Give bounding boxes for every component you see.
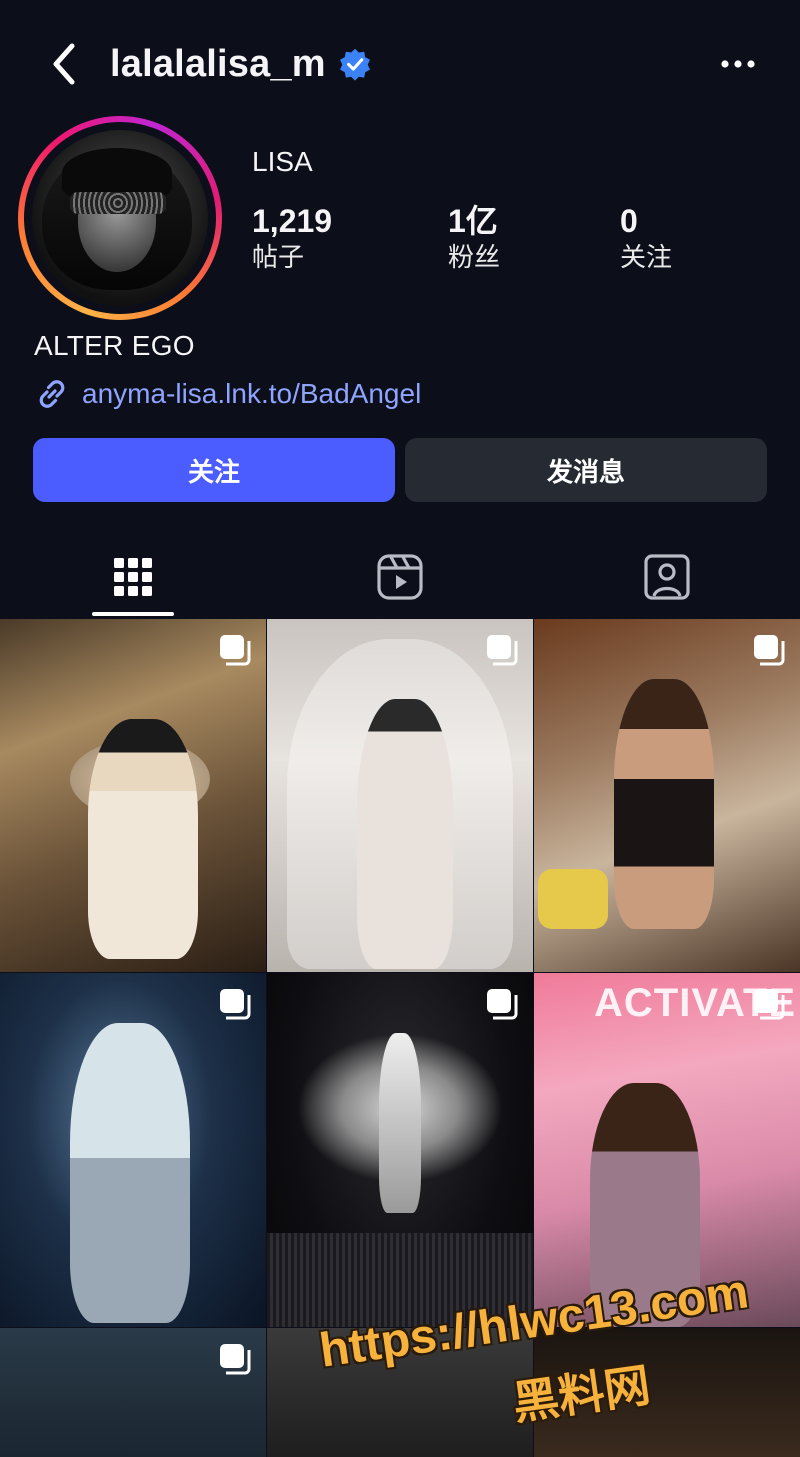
post-thumbnail[interactable] xyxy=(267,973,533,1327)
more-icon xyxy=(721,60,755,68)
carousel-icon xyxy=(220,1344,251,1375)
back-icon xyxy=(53,43,75,85)
profile-tabs xyxy=(0,536,800,618)
following-stat[interactable]: 0 关注 xyxy=(620,202,672,274)
carousel-icon xyxy=(754,635,785,666)
profile-header: lalalalisa_m xyxy=(0,0,800,128)
story-ring[interactable] xyxy=(18,116,222,320)
carousel-icon xyxy=(487,989,518,1020)
avatar xyxy=(32,130,208,306)
posts-stat[interactable]: 1,219 帖子 xyxy=(252,202,332,274)
posts-count: 1,219 xyxy=(252,203,333,239)
following-label: 关注 xyxy=(620,242,673,272)
username: lalalalisa_m xyxy=(110,42,326,85)
follow-button[interactable]: 关注 xyxy=(33,438,395,502)
followers-stat[interactable]: 1亿 粉丝 xyxy=(448,202,500,274)
bio-text: ALTER EGO xyxy=(34,330,195,361)
post-thumbnail[interactable]: ACTIVATE xyxy=(534,973,800,1327)
link-text[interactable]: anyma-lisa.lnk.to/BadAngel xyxy=(82,378,421,410)
post-thumbnail[interactable] xyxy=(0,1328,266,1457)
message-button[interactable]: 发消息 xyxy=(405,438,767,502)
grid-icon xyxy=(114,558,152,596)
tab-reels[interactable] xyxy=(267,536,533,618)
reels-icon xyxy=(377,554,423,600)
post-thumbnail[interactable] xyxy=(0,619,266,972)
tab-tagged[interactable] xyxy=(534,536,800,618)
active-tab-indicator xyxy=(92,612,174,616)
following-count: 0 xyxy=(620,203,638,239)
display-name: LISA xyxy=(252,146,313,177)
tagged-icon xyxy=(644,554,690,600)
username-area: lalalalisa_m xyxy=(110,40,372,88)
carousel-icon xyxy=(754,989,785,1020)
tab-posts-grid[interactable] xyxy=(0,536,266,618)
carousel-icon xyxy=(487,635,518,666)
link-icon xyxy=(39,380,65,408)
carousel-icon xyxy=(220,989,251,1020)
posts-label: 帖子 xyxy=(252,242,305,272)
carousel-icon xyxy=(220,635,251,666)
verified-badge-icon xyxy=(339,48,370,81)
post-thumbnail[interactable] xyxy=(267,619,533,972)
followers-label: 粉丝 xyxy=(448,242,501,272)
post-thumbnail[interactable] xyxy=(534,619,800,972)
post-thumbnail[interactable] xyxy=(0,973,266,1327)
followers-count: 1亿 xyxy=(448,203,498,239)
profile-link[interactable]: anyma-lisa.lnk.to/BadAngel xyxy=(34,372,421,416)
more-options-button[interactable] xyxy=(714,42,762,86)
back-button[interactable] xyxy=(42,40,86,88)
